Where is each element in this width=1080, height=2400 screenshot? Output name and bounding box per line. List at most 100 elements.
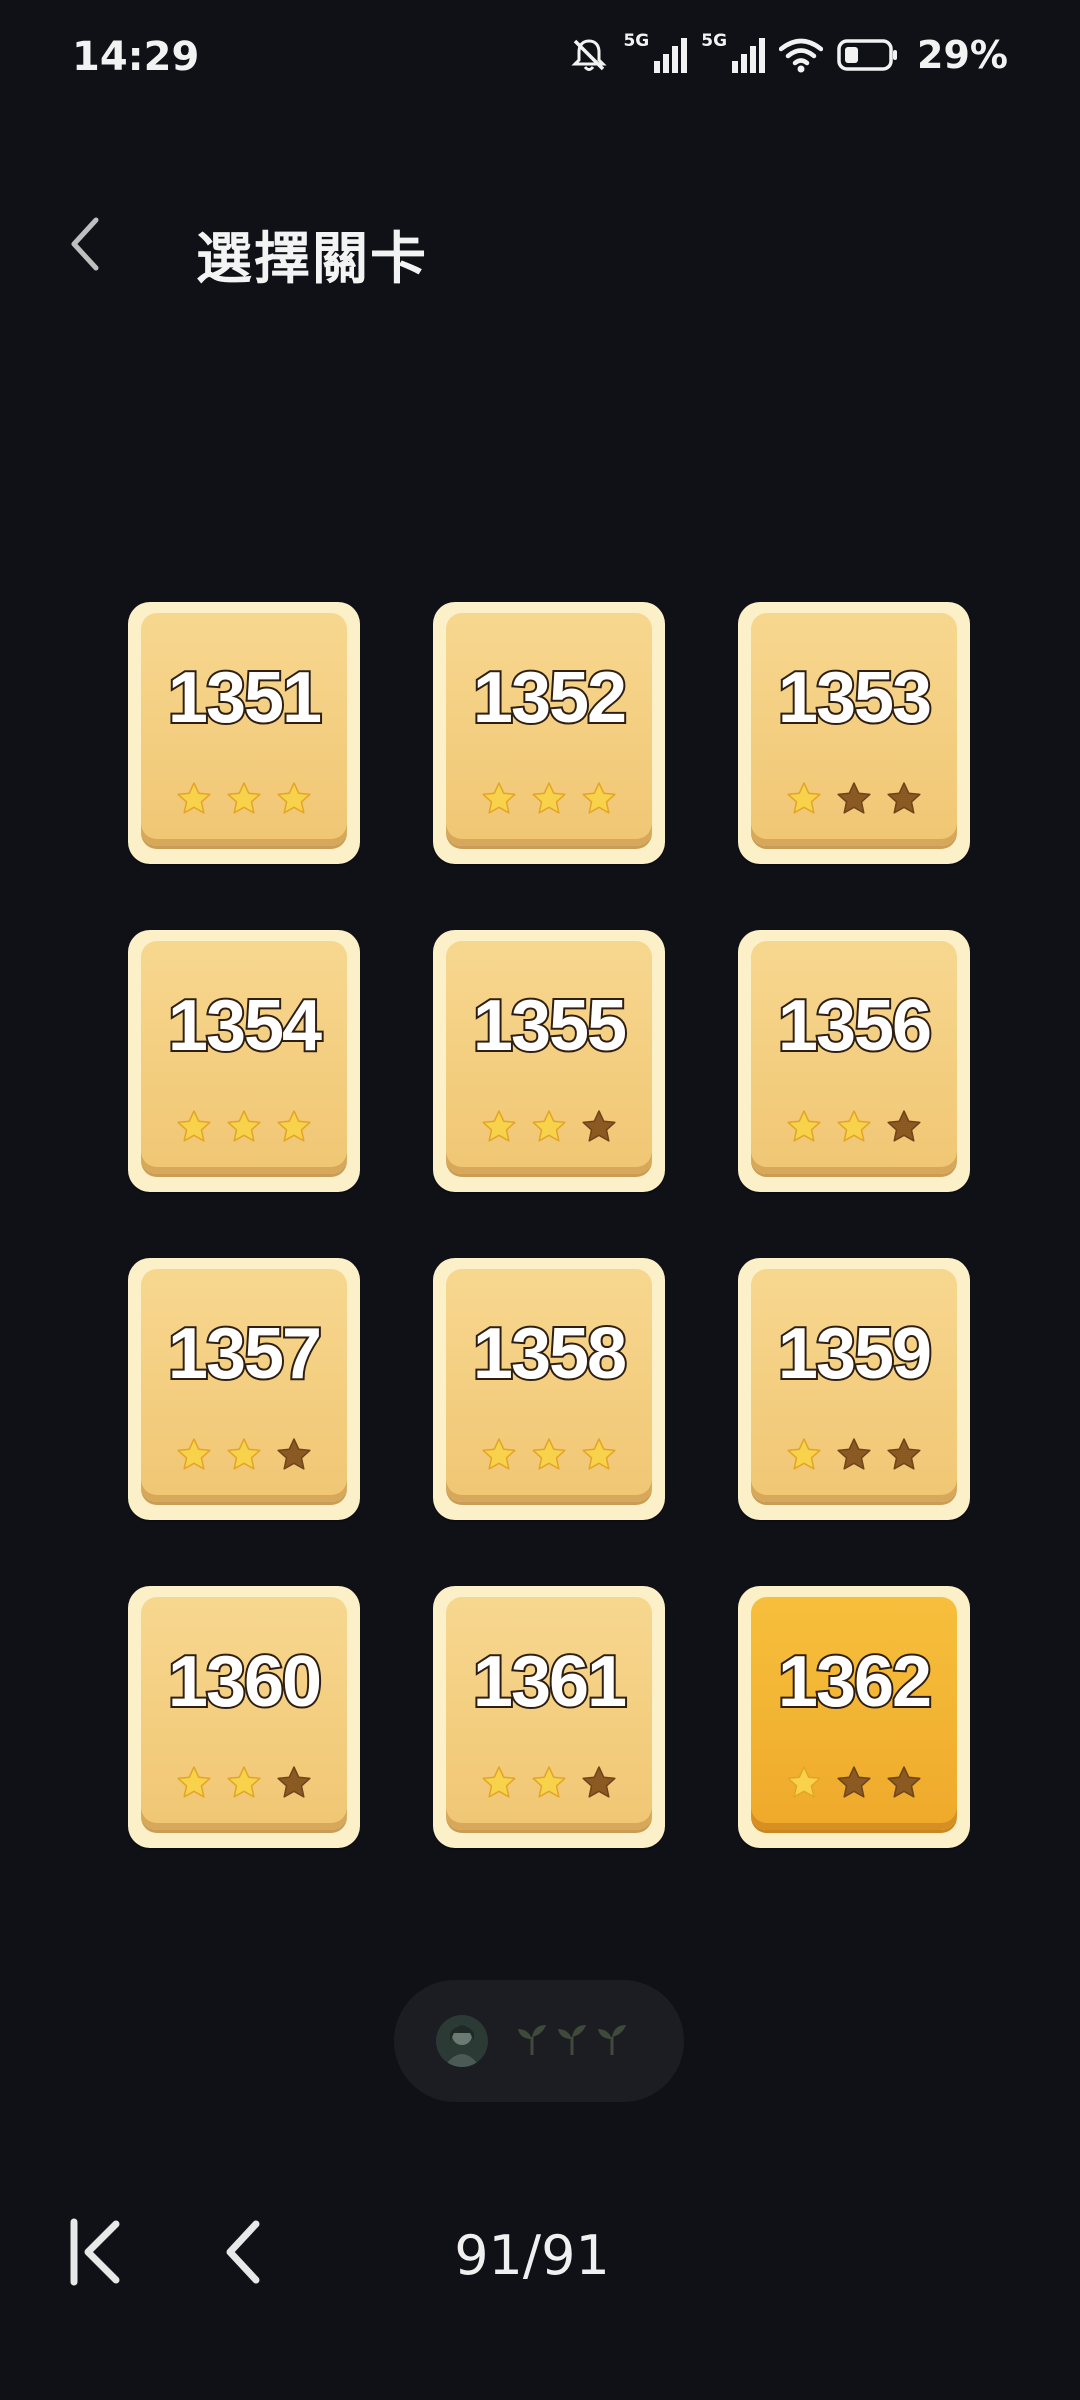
level-number: 1360 [166,1640,324,1724]
level-tile[interactable]: 1362 [738,1586,970,1848]
level-select-screen: 14:29 5G 5G 29% 選擇關卡 1351 1352 1353 1354… [0,0,1080,2400]
star-filled-icon [482,1438,516,1470]
star-filled-icon [177,782,211,814]
level-number: 1361 [471,1640,629,1724]
level-tile[interactable]: 1355 [433,930,665,1192]
star-filled-icon [787,1438,821,1470]
star-filled-icon [532,782,566,814]
sprout-icon [514,2021,550,2061]
level-number: 1362 [776,1640,934,1724]
level-number: 1354 [166,984,324,1068]
avatar-icon [436,2015,488,2067]
star-filled-icon [227,782,261,814]
star-filled-icon [787,782,821,814]
star-empty-icon [837,1766,871,1798]
level-tile-face: 1354 [141,941,347,1174]
star-filled-icon [277,1110,311,1142]
star-empty-icon [582,1110,616,1142]
star-filled-icon [177,1438,211,1470]
battery-percent: 29% [917,33,1008,77]
level-tile-face: 1355 [446,941,652,1174]
star-rating [141,1437,347,1473]
star-empty-icon [887,1110,921,1142]
page-title: 選擇關卡 [196,227,428,292]
level-tile-face: 1358 [446,1269,652,1502]
star-filled-icon [277,782,311,814]
star-filled-icon [482,1110,516,1142]
level-tile[interactable]: 1353 [738,602,970,864]
level-tile-face: 1362 [751,1597,957,1830]
star-filled-icon [532,1110,566,1142]
level-tile[interactable]: 1357 [128,1258,360,1520]
sprout-group [514,2021,630,2061]
level-tile[interactable]: 1356 [738,930,970,1192]
star-filled-icon [482,1766,516,1798]
level-tile[interactable]: 1354 [128,930,360,1192]
level-number: 1355 [471,984,629,1068]
chevron-left-icon [64,214,108,278]
level-number: 1356 [776,984,934,1068]
star-rating [446,781,652,817]
floating-pill[interactable] [394,1980,684,2102]
star-filled-icon [532,1438,566,1470]
star-rating [751,1109,957,1145]
network-type-label: 5G [623,31,650,51]
star-filled-icon [177,1110,211,1142]
star-filled-icon [582,1438,616,1470]
level-tile[interactable]: 1360 [128,1586,360,1848]
signal-icon [731,37,766,73]
star-rating [751,1437,957,1473]
level-tile-face: 1351 [141,613,347,846]
level-tile-face: 1356 [751,941,957,1174]
level-grid: 1351 1352 1353 1354 1355 1356 1357 1358 1359 1360… [128,602,970,1848]
level-number: 1353 [776,656,934,740]
status-time: 14:29 [72,34,200,80]
star-empty-icon [887,782,921,814]
page-indicator: 91/91 [454,2224,610,2287]
star-rating [446,1109,652,1145]
back-button[interactable] [50,210,122,282]
sprout-icon [594,2021,630,2061]
star-filled-icon [837,1110,871,1142]
pagination-bar: 91/91 [0,2180,1080,2320]
star-empty-icon [887,1438,921,1470]
star-rating [141,1109,347,1145]
battery-icon [837,38,899,72]
level-tile[interactable]: 1359 [738,1258,970,1520]
level-tile-face: 1359 [751,1269,957,1502]
star-filled-icon [582,782,616,814]
level-tile[interactable]: 1358 [433,1258,665,1520]
star-rating [751,781,957,817]
level-tile-face: 1357 [141,1269,347,1502]
level-tile-face: 1361 [446,1597,652,1830]
star-filled-icon [177,1766,211,1798]
star-filled-icon [787,1766,821,1798]
level-tile[interactable]: 1351 [128,602,360,864]
level-tile[interactable]: 1352 [433,602,665,864]
mute-icon [569,35,609,75]
wifi-icon [779,37,824,73]
level-tile[interactable]: 1361 [433,1586,665,1848]
star-rating [141,781,347,817]
star-rating [751,1765,957,1801]
level-tile-face: 1360 [141,1597,347,1830]
level-number: 1351 [166,656,324,740]
star-empty-icon [277,1766,311,1798]
status-bar: 14:29 5G 5G 29% [0,0,1080,120]
level-number: 1358 [471,1312,629,1396]
star-empty-icon [277,1438,311,1470]
header: 選擇關卡 [0,190,1080,310]
signal-icon [653,37,688,73]
star-rating [141,1765,347,1801]
star-filled-icon [227,1110,261,1142]
star-rating [446,1765,652,1801]
star-empty-icon [887,1766,921,1798]
star-empty-icon [837,1438,871,1470]
level-number: 1359 [776,1312,934,1396]
star-rating [446,1437,652,1473]
network-type-label: 5G [701,31,728,51]
star-filled-icon [532,1766,566,1798]
level-number: 1352 [471,656,629,740]
level-number: 1357 [166,1312,324,1396]
star-empty-icon [837,782,871,814]
